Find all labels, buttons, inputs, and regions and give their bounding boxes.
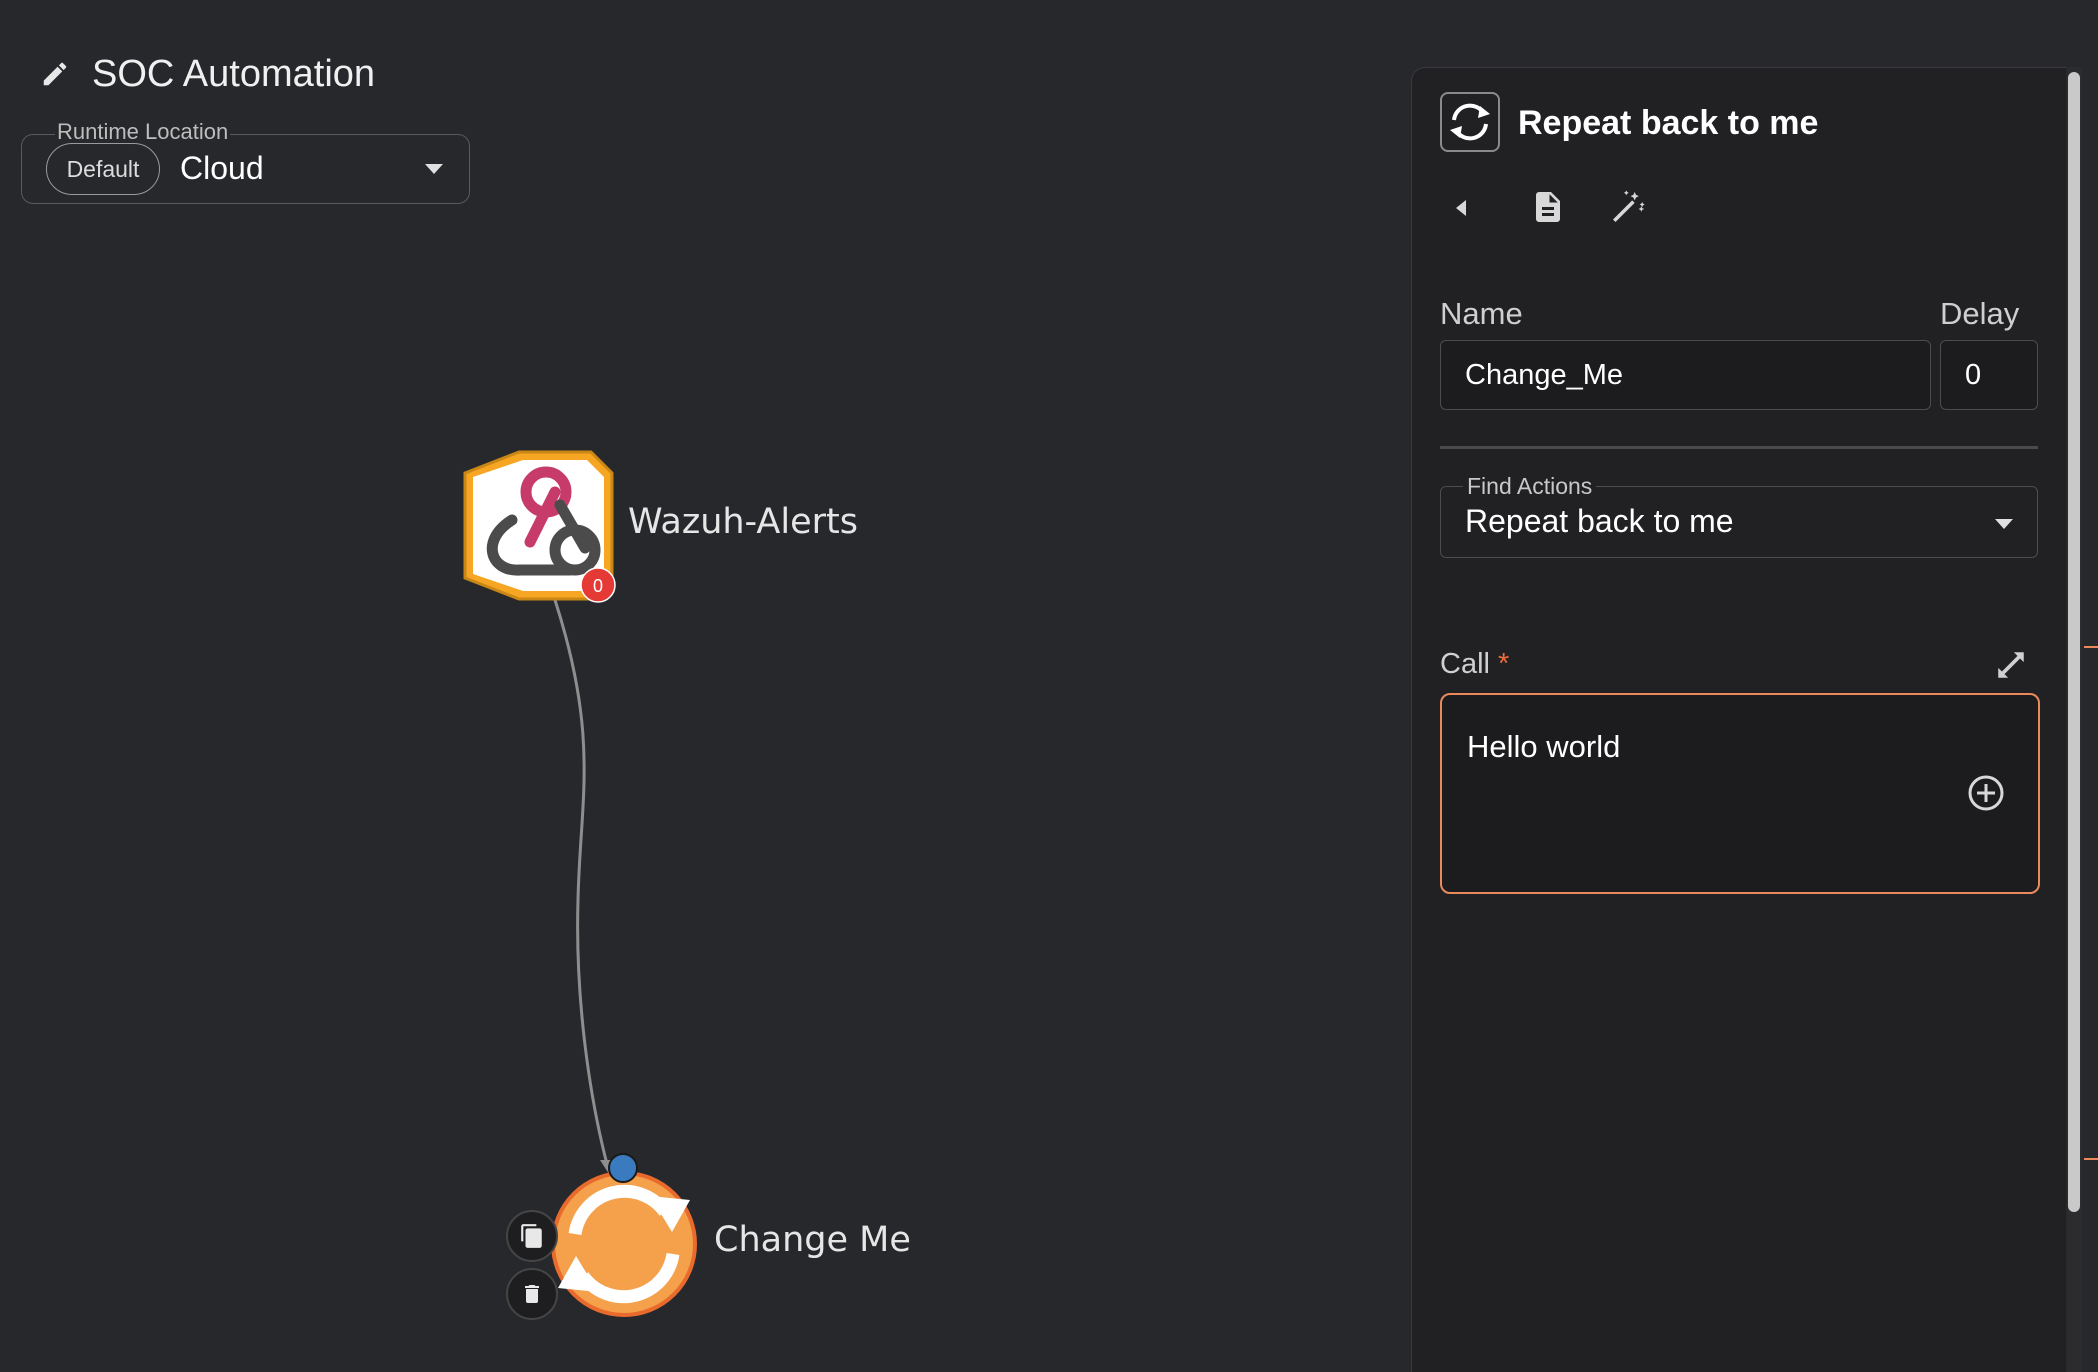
workflow-edge[interactable] [553, 599, 610, 1169]
panel-title: Repeat back to me [1518, 104, 1819, 142]
edge-marker [2084, 646, 2098, 648]
name-label: Name [1440, 296, 1523, 331]
repeat-action-node[interactable] [551, 1171, 697, 1317]
call-value: Hello world [1467, 729, 1621, 764]
name-field[interactable]: Change_Me [1440, 340, 1931, 410]
add-variable-button[interactable] [1966, 773, 2006, 818]
caret-left-icon [1456, 200, 1466, 216]
delay-label: Delay [1940, 296, 2020, 331]
find-actions-value: Repeat back to me [1465, 503, 1734, 539]
section-divider [1440, 446, 2038, 449]
trigger-count-text: 0 [593, 576, 603, 596]
repeat-icon [1450, 103, 1490, 141]
copy-icon [521, 1224, 542, 1248]
magic-wand-icon [1613, 190, 1645, 222]
action-node-label: Change Me [714, 1220, 911, 1260]
call-label: Call * [1440, 648, 1509, 681]
trigger-node-label: Wazuh-Alerts [628, 502, 858, 542]
call-textarea[interactable]: Hello world [1440, 693, 2040, 894]
delete-node-button[interactable] [506, 1268, 558, 1320]
trash-icon [525, 1285, 539, 1303]
documentation-button[interactable] [1530, 186, 1566, 233]
find-actions-select[interactable]: Find Actions Repeat back to me [1440, 473, 2038, 558]
copy-node-button[interactable] [506, 1210, 558, 1262]
delay-field[interactable]: 0 [1940, 340, 2038, 410]
collapse-panel-button[interactable] [1452, 196, 1472, 225]
workflow-canvas[interactable]: 0 [0, 0, 1400, 1372]
node-input-connector[interactable] [608, 1153, 638, 1183]
document-icon [1536, 192, 1560, 222]
call-label-text: Call [1440, 648, 1490, 680]
plus-circle-icon [1968, 775, 2004, 811]
panel-scrollbar-thumb[interactable] [2068, 72, 2080, 1212]
expand-field-button[interactable] [1994, 648, 2028, 687]
app-icon [1440, 92, 1500, 152]
find-actions-label: Find Actions [1463, 473, 1597, 499]
expand-icon [1998, 652, 2024, 678]
chevron-down-icon[interactable] [1995, 519, 2013, 529]
edge-marker [2084, 1158, 2098, 1160]
required-marker: * [1497, 648, 1510, 680]
autocomplete-button[interactable] [1608, 186, 1648, 233]
